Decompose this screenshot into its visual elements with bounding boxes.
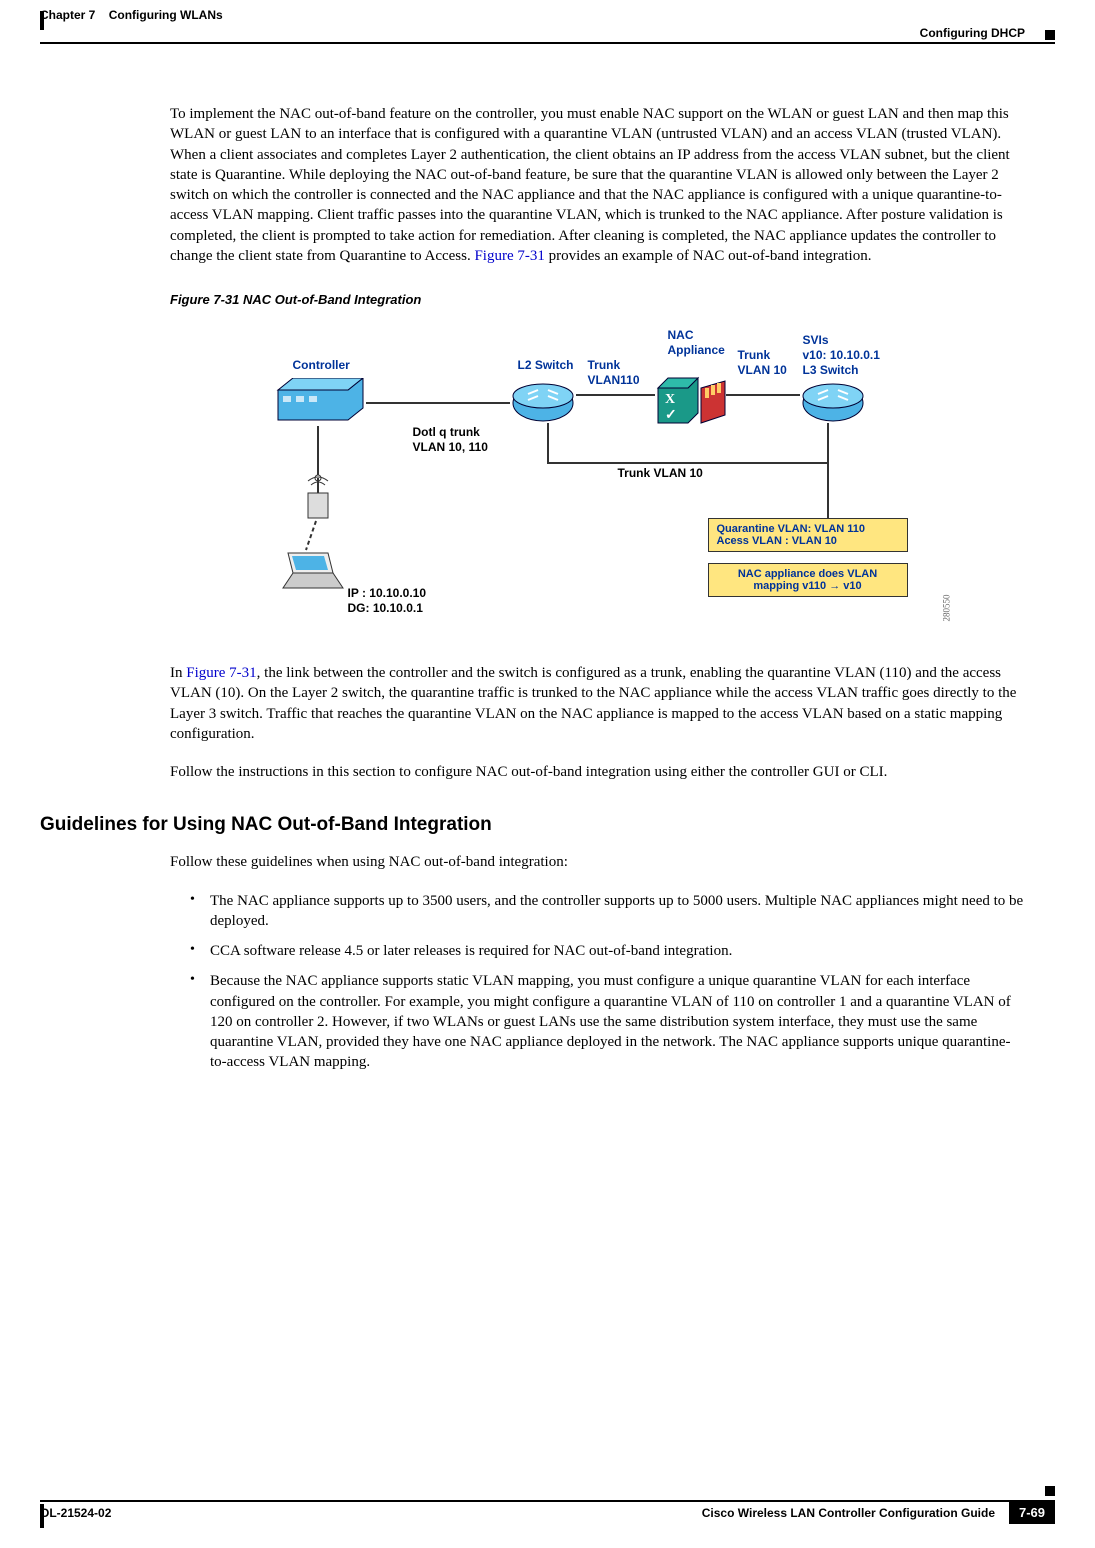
page-footer: OL-21524-02 Cisco Wireless LAN Controlle… [40, 1500, 1055, 1520]
p1-text-a: To implement the NAC out-of-band feature… [170, 106, 1010, 264]
paragraph-1: To implement the NAC out-of-band feature… [170, 104, 1025, 266]
quarantine-vlan-text: Quarantine VLAN: VLAN 110 [717, 523, 899, 535]
paragraph-3: Follow the instructions in this section … [170, 762, 1025, 782]
paragraph-2: In Figure 7-31, the link between the con… [170, 663, 1025, 744]
page-number: 7-69 [1009, 1501, 1055, 1524]
chapter-title: Configuring WLANs [109, 8, 223, 22]
main-content: To implement the NAC out-of-band feature… [0, 44, 1095, 1073]
figure-watermark: 280550 [941, 595, 951, 622]
p1-text-b: provides an example of NAC out-of-band i… [545, 248, 872, 264]
figure-diagram: Controller L2 Switch Trunk VLAN110 NAC A… [248, 323, 948, 643]
section-heading: Guidelines for Using NAC Out-of-Band Int… [40, 814, 1025, 836]
vlan-info-box: Quarantine VLAN: VLAN 110 Acess VLAN : V… [708, 518, 908, 552]
figure-link-2[interactable]: Figure 7-31 [186, 665, 256, 681]
chapter-label: Chapter 7 Configuring WLANs [40, 8, 223, 22]
guidelines-list: The NAC appliance supports up to 3500 us… [190, 891, 1025, 1073]
nac-mapping-text-b: mapping v110 → v10 [717, 580, 899, 592]
header-right-block [1045, 30, 1055, 40]
footer-left-block [40, 1504, 44, 1528]
footer-rule [40, 1500, 1055, 1502]
doc-number: OL-21524-02 [40, 1506, 111, 1520]
page-header: Chapter 7 Configuring WLANs Configuring … [0, 0, 1095, 40]
list-item: The NAC appliance supports up to 3500 us… [190, 891, 1025, 932]
p2-text-a: In [170, 665, 186, 681]
access-vlan-text: Acess VLAN : VLAN 10 [717, 535, 899, 547]
mapping-info-box: NAC appliance does VLAN mapping v110 → v… [708, 563, 908, 597]
footer-block [1045, 1486, 1055, 1496]
list-item: Because the NAC appliance supports stati… [190, 971, 1025, 1072]
nac-mapping-text-a: NAC appliance does VLAN [717, 568, 899, 580]
figure-link[interactable]: Figure 7-31 [474, 248, 544, 264]
header-left-block [40, 11, 44, 30]
p2-text-b: , the link between the controller and th… [170, 665, 1016, 742]
section-label: Configuring DHCP [40, 26, 1025, 40]
figure-caption: Figure 7-31 NAC Out-of-Band Integration [170, 292, 1025, 307]
list-item: CCA software release 4.5 or later releas… [190, 941, 1025, 961]
guidelines-intro: Follow these guidelines when using NAC o… [170, 852, 1025, 872]
guide-title: Cisco Wireless LAN Controller Configurat… [702, 1506, 995, 1520]
chapter-number: Chapter 7 [40, 8, 95, 22]
